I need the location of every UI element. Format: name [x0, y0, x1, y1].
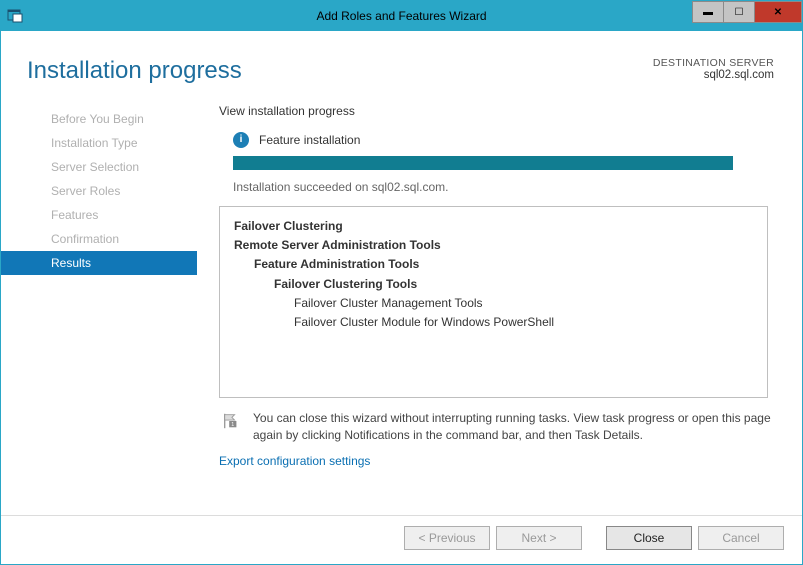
titlebar-title: Add Roles and Features Wizard [316, 9, 486, 23]
progress-heading: View installation progress [219, 104, 774, 118]
next-button: Next > [496, 526, 582, 550]
sidebar-item-before-you-begin: Before You Begin [1, 107, 197, 131]
close-window-button[interactable]: ✕ [754, 1, 802, 23]
note-row: 1 You can close this wizard without inte… [219, 410, 774, 444]
maximize-button[interactable]: ☐ [723, 1, 755, 23]
sidebar-item-results[interactable]: Results [1, 251, 197, 275]
header: Installation progress DESTINATION SERVER… [1, 31, 802, 85]
button-gap [588, 526, 600, 550]
close-icon: ✕ [774, 7, 782, 18]
window-buttons: ▬ ☐ ✕ [693, 1, 802, 31]
titlebar[interactable]: Add Roles and Features Wizard ▬ ☐ ✕ [1, 1, 802, 31]
sidebar-item-installation-type: Installation Type [1, 131, 197, 155]
footer: < Previous Next > Close Cancel [1, 515, 802, 564]
sidebar-item-features: Features [1, 203, 197, 227]
close-button[interactable]: Close [606, 526, 692, 550]
status-text: Feature installation [259, 133, 360, 147]
note-text: You can close this wizard without interr… [253, 410, 774, 444]
destination-label: DESTINATION SERVER [653, 57, 774, 69]
destination-server-block: DESTINATION SERVER sql02.sql.com [653, 57, 774, 85]
feature-item: Failover Cluster Management Tools [234, 294, 753, 313]
feature-item: Remote Server Administration Tools [234, 236, 753, 255]
features-list: Failover Clustering Remote Server Admini… [219, 206, 768, 398]
feature-item: Failover Clustering Tools [234, 275, 753, 294]
maximize-icon: ☐ [735, 7, 744, 18]
minimize-button[interactable]: ▬ [692, 1, 724, 23]
wizard-window: Add Roles and Features Wizard ▬ ☐ ✕ Inst… [0, 0, 803, 565]
sidebar: Before You Begin Installation Type Serve… [1, 101, 197, 515]
svg-text:1: 1 [231, 422, 234, 428]
previous-button: < Previous [404, 526, 490, 550]
flag-icon: 1 [221, 412, 241, 430]
status-row: i Feature installation [233, 132, 774, 148]
sidebar-item-confirmation: Confirmation [1, 227, 197, 251]
content: Before You Begin Installation Type Serve… [1, 85, 802, 515]
sidebar-item-server-roles: Server Roles [1, 179, 197, 203]
feature-item: Failover Clustering [234, 217, 753, 236]
minimize-icon: ▬ [703, 7, 713, 18]
app-icon [7, 8, 23, 24]
cancel-button: Cancel [698, 526, 784, 550]
page-title: Installation progress [27, 57, 242, 85]
main-pane: View installation progress i Feature ins… [197, 101, 802, 515]
progress-bar [233, 156, 733, 170]
info-icon: i [233, 132, 249, 148]
sidebar-item-server-selection: Server Selection [1, 155, 197, 179]
succeeded-text: Installation succeeded on sql02.sql.com. [233, 180, 774, 194]
feature-item: Failover Cluster Module for Windows Powe… [234, 313, 753, 332]
export-config-link[interactable]: Export configuration settings [219, 454, 774, 468]
feature-item: Feature Administration Tools [234, 255, 753, 274]
destination-value: sql02.sql.com [653, 69, 774, 81]
